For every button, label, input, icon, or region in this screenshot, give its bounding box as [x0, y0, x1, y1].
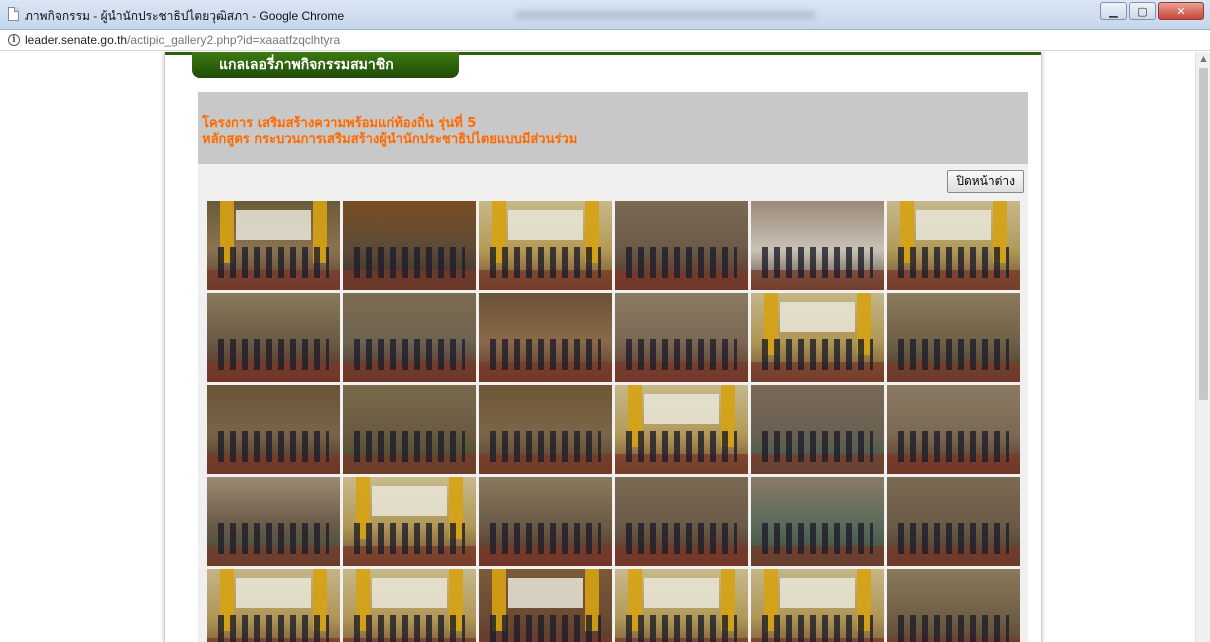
gallery-photo-thumbnail[interactable]: [479, 201, 612, 290]
photo-people: [217, 615, 330, 642]
photo-people: [353, 523, 466, 554]
page-viewport: แกลเลอรี่ภาพกิจกรรมสมาชิก โครงการ เสริมส…: [0, 52, 1210, 642]
maximize-icon: ▢: [1137, 5, 1148, 18]
photo-people: [761, 247, 874, 278]
course-title: หลักสูตร กระบวนการเสริมสร้างผู้นำนักประช…: [202, 132, 578, 147]
minimize-button[interactable]: ▁: [1100, 2, 1127, 20]
photo-grid: [207, 201, 1020, 642]
gallery-content: ปิดหน้าต่าง: [198, 164, 1028, 642]
photo-people: [217, 247, 330, 278]
gallery-photo-thumbnail[interactable]: [615, 201, 748, 290]
photo-people: [489, 615, 602, 642]
photo-backdrop: [916, 209, 991, 241]
photo-backdrop: [508, 209, 583, 241]
photo-people: [761, 431, 874, 462]
minimize-icon: ▁: [1109, 5, 1118, 18]
gallery-photo-thumbnail[interactable]: [207, 569, 340, 642]
photo-people: [353, 615, 466, 642]
gallery-photo-thumbnail[interactable]: [887, 293, 1020, 382]
gallery-photo-thumbnail[interactable]: [343, 385, 476, 474]
gallery-photo-thumbnail[interactable]: [343, 201, 476, 290]
window-controls: ▁ ▢ ✕: [1100, 2, 1204, 20]
gallery-photo-thumbnail[interactable]: [207, 293, 340, 382]
gallery-photo-thumbnail[interactable]: [343, 293, 476, 382]
photo-backdrop: [372, 485, 447, 517]
scroll-thumb[interactable]: [1199, 68, 1208, 400]
photo-backdrop: [644, 393, 719, 425]
gallery-photo-thumbnail[interactable]: [479, 385, 612, 474]
photo-people: [489, 339, 602, 370]
photo-backdrop: [644, 577, 719, 609]
gallery-photo-thumbnail[interactable]: [751, 385, 884, 474]
close-page-button[interactable]: ปิดหน้าต่าง: [947, 170, 1024, 193]
photo-people: [353, 339, 466, 370]
photo-people: [217, 523, 330, 554]
gallery-photo-thumbnail[interactable]: [343, 569, 476, 642]
photo-people: [625, 247, 738, 278]
photo-backdrop: [372, 577, 447, 609]
page-icon: [8, 7, 19, 21]
gallery-photo-thumbnail[interactable]: [887, 569, 1020, 642]
vertical-scrollbar[interactable]: ▲: [1195, 52, 1210, 642]
photo-people: [489, 523, 602, 554]
page-container: แกลเลอรี่ภาพกิจกรรมสมาชิก โครงการ เสริมส…: [164, 52, 1042, 642]
photo-people: [761, 615, 874, 642]
url-host: leader.senate.go.th: [25, 33, 128, 47]
photo-people: [353, 247, 466, 278]
photo-backdrop: [780, 301, 855, 333]
gallery-photo-thumbnail[interactable]: [615, 569, 748, 642]
photo-people: [897, 339, 1010, 370]
gallery-photo-thumbnail[interactable]: [615, 477, 748, 566]
photo-people: [625, 431, 738, 462]
maximize-button[interactable]: ▢: [1129, 2, 1156, 20]
photo-people: [761, 339, 874, 370]
photo-people: [897, 615, 1010, 642]
photo-people: [217, 339, 330, 370]
photo-backdrop: [780, 577, 855, 609]
address-bar[interactable]: i leader.senate.go.th/actipic_gallery2.p…: [0, 30, 1210, 51]
project-heading-box: โครงการ เสริมสร้างความพร้อมแก่ท้องถิ่น ร…: [198, 92, 1028, 164]
gallery-photo-thumbnail[interactable]: [207, 477, 340, 566]
gallery-photo-thumbnail[interactable]: [751, 293, 884, 382]
photo-people: [625, 523, 738, 554]
gallery-photo-thumbnail[interactable]: [751, 477, 884, 566]
gallery-photo-thumbnail[interactable]: [615, 385, 748, 474]
gallery-photo-thumbnail[interactable]: [887, 201, 1020, 290]
photo-people: [897, 523, 1010, 554]
gallery-photo-thumbnail[interactable]: [751, 201, 884, 290]
photo-people: [897, 247, 1010, 278]
gallery-tab-header: แกลเลอรี่ภาพกิจกรรมสมาชิก: [192, 52, 459, 78]
blurred-title-area: [515, 11, 815, 19]
photo-people: [625, 615, 738, 642]
photo-backdrop: [236, 209, 311, 241]
gallery-photo-thumbnail[interactable]: [887, 477, 1020, 566]
scroll-up-arrow-icon[interactable]: ▲: [1196, 52, 1210, 66]
close-icon: ✕: [1176, 5, 1186, 18]
url-path: /actipic_gallery2.php?id=xaaatfzqclhtyra: [127, 33, 341, 47]
photo-people: [489, 431, 602, 462]
info-icon[interactable]: i: [8, 34, 20, 46]
photo-people: [353, 431, 466, 462]
gallery-photo-thumbnail[interactable]: [479, 477, 612, 566]
gallery-photo-thumbnail[interactable]: [479, 293, 612, 382]
photo-people: [489, 247, 602, 278]
gallery-photo-thumbnail[interactable]: [887, 385, 1020, 474]
window-titlebar: ภาพกิจกรรม - ผู้นำนักประชาธิปไตยวุฒิสภา …: [0, 0, 1210, 30]
close-window-button[interactable]: ✕: [1158, 2, 1204, 20]
photo-backdrop: [236, 577, 311, 609]
window-title: ภาพกิจกรรม - ผู้นำนักประชาธิปไตยวุฒิสภา …: [25, 9, 345, 23]
gallery-photo-thumbnail[interactable]: [207, 385, 340, 474]
photo-people: [625, 339, 738, 370]
gallery-photo-thumbnail[interactable]: [479, 569, 612, 642]
photo-people: [761, 523, 874, 554]
photo-people: [897, 431, 1010, 462]
gallery-photo-thumbnail[interactable]: [751, 569, 884, 642]
gallery-photo-thumbnail[interactable]: [615, 293, 748, 382]
gallery-photo-thumbnail[interactable]: [207, 201, 340, 290]
photo-people: [217, 431, 330, 462]
gallery-photo-thumbnail[interactable]: [343, 477, 476, 566]
url-text[interactable]: leader.senate.go.th/actipic_gallery2.php…: [25, 33, 340, 47]
photo-backdrop: [508, 577, 583, 609]
